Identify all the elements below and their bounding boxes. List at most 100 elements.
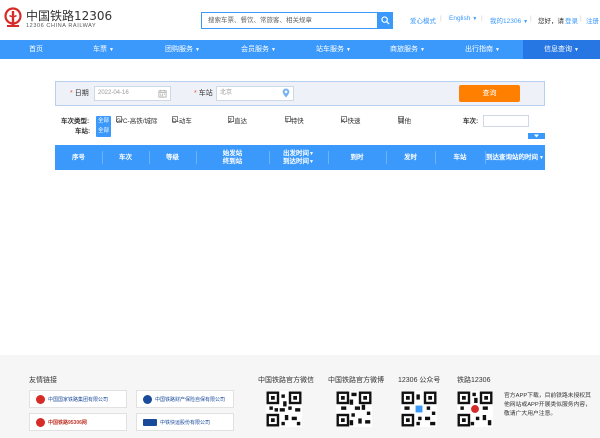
date-label: * 日期 <box>70 88 89 98</box>
header-text: 始发站 <box>222 149 243 157</box>
my-account-menu[interactable]: 我的12306 ▼ <box>490 15 528 25</box>
site-footer: 友情链接 中国国家铁路集团有限公司 中国铁路财产保险自保有限公司 中国铁路953… <box>0 355 600 438</box>
nav-item-business-travel[interactable]: 商旅服务 ▼ <box>390 40 425 59</box>
nav-item-group-service[interactable]: 团购服务 ▼ <box>165 40 200 59</box>
partner-name: 中国国家铁路集团有限公司 <box>48 396 109 403</box>
divider: | <box>530 15 532 22</box>
nav-item-station-service[interactable]: 站车服务 ▼ <box>316 40 351 59</box>
chevron-down-icon: ▼ <box>472 16 478 22</box>
caret-down-icon: ▼ <box>539 154 544 161</box>
partner-link[interactable]: 中铁快运股份有限公司 <box>136 413 234 431</box>
chevron-down-icon: ▼ <box>574 47 579 53</box>
required-mark: * <box>70 90 73 97</box>
partner-name: 中国铁路95306网 <box>48 419 87 426</box>
register-link[interactable]: 注册 <box>586 15 599 25</box>
station-input[interactable]: 北京 <box>216 86 294 101</box>
column-arrive-time[interactable]: 到达查询站的时间 ▼ <box>485 145 545 170</box>
nav-label: 团购服务 <box>165 46 193 53</box>
search-icon <box>380 16 390 25</box>
expand-filters-button[interactable] <box>528 133 545 139</box>
station-label: * 车站 <box>194 88 213 98</box>
site-logo[interactable]: 中国铁路12306 12306 CHINA RAILWAY <box>3 6 113 34</box>
header-text: 终到站 <box>222 157 243 165</box>
results-table-header: 序号 车次 等级 始发站 终到站 出发时间▼ 到达时间▼ 到时 发时 车站 到达查询… <box>55 145 545 170</box>
partner-link[interactable]: 中国铁路财产保险自保有限公司 <box>136 390 234 408</box>
column-start-end: 始发站 终到站 <box>196 145 269 170</box>
query-button[interactable]: 查询 <box>459 85 520 102</box>
search-button[interactable] <box>377 12 393 29</box>
nav-label: 车票 <box>93 46 107 53</box>
sort-dep-time[interactable]: 出发时间▼ <box>283 150 314 158</box>
divider: | <box>481 15 483 22</box>
express-logo-icon <box>143 418 157 426</box>
header-text: 发时 <box>404 153 417 161</box>
qr-code-icon <box>401 391 437 427</box>
partner-link[interactable]: 中国国家铁路集团有限公司 <box>29 390 127 408</box>
column-seq: 序号 <box>55 145 102 170</box>
railway-logo-icon <box>36 394 45 404</box>
station-value: 北京 <box>220 90 233 96</box>
query-panel: * 日期 2022-04-16 * 车站 北京 查询 <box>55 81 545 106</box>
partner-name: 中国铁路财产保险自保有限公司 <box>155 396 226 403</box>
sort-arr-time[interactable]: 到达时间▼ <box>283 158 314 166</box>
header-text: 车站 <box>453 153 467 161</box>
railway-logo-icon <box>36 417 45 427</box>
column-dep-arr-time[interactable]: 出发时间▼ 到达时间▼ <box>269 145 328 170</box>
qr-title: 中国铁路官方微博 <box>328 377 384 384</box>
header-text: 车次 <box>119 153 132 161</box>
header-text: 等级 <box>166 153 179 161</box>
nav-item-member-service[interactable]: 会员服务 ▼ <box>241 40 276 59</box>
divider: | <box>440 15 442 22</box>
chevron-down-icon: ▼ <box>271 47 276 53</box>
calendar-icon <box>158 89 167 98</box>
partner-name: 中铁快运股份有限公司 <box>160 419 211 426</box>
column-arrive: 到时 <box>328 145 386 170</box>
nav-label: 信息查询 <box>544 46 573 53</box>
chevron-down-icon: ▼ <box>420 47 425 53</box>
date-label-text: 日期 <box>74 90 89 97</box>
station-all-tag[interactable]: 全部 <box>96 126 112 137</box>
nav-item-travel-guide[interactable]: 出行指南 ▼ <box>465 40 500 59</box>
qr-code-icon <box>457 391 493 427</box>
chevron-down-icon: ▼ <box>109 47 114 53</box>
nav-label: 站车服务 <box>316 46 344 53</box>
site-search <box>201 12 393 29</box>
logo-subtitle: 12306 CHINA RAILWAY <box>26 23 97 29</box>
app-notice: 官方APP下载，目前铁路未授权其他网站或APP开展类似服务内容，敬请广大用户注意… <box>504 393 591 417</box>
qr-title: 铁路12306 <box>457 377 491 384</box>
friendly-links-title: 友情链接 <box>29 377 57 384</box>
chevron-down-icon <box>534 134 539 138</box>
qr-code-icon <box>336 391 372 427</box>
nav-item-tickets[interactable]: 车票 ▼ <box>93 40 114 59</box>
header-text: 到达时间 <box>283 157 310 165</box>
nav-label: 会员服务 <box>241 46 269 53</box>
logo-title: 中国铁路12306 <box>26 9 113 23</box>
nav-label: 商旅服务 <box>390 46 418 53</box>
nav-label: 首页 <box>29 46 43 53</box>
insurance-logo-icon <box>143 394 152 404</box>
column-depart: 发时 <box>386 145 435 170</box>
caret-down-icon: ▼ <box>309 158 314 165</box>
date-input[interactable]: 2022-04-16 <box>94 86 171 101</box>
column-grade: 等级 <box>149 145 196 170</box>
required-mark: * <box>194 90 197 97</box>
language-switch[interactable]: English ▼ <box>449 15 477 22</box>
my-account-label: 我的12306 <box>490 18 522 25</box>
nav-item-info-query[interactable]: 信息查询 ▼ <box>523 40 600 59</box>
header-text: 到时 <box>350 153 364 161</box>
chevron-down-icon: ▼ <box>195 47 200 53</box>
login-link[interactable]: 登录 <box>565 15 578 25</box>
search-input[interactable] <box>202 13 377 28</box>
site-header: 中国铁路12306 12306 CHINA RAILWAY 爱心模式 | Eng… <box>0 0 600 40</box>
qr-code-icon <box>266 391 302 427</box>
railway-logo-icon <box>4 7 22 27</box>
column-train: 车次 <box>102 145 149 170</box>
header-text: 序号 <box>72 153 85 161</box>
care-mode-link[interactable]: 爱心模式 <box>410 15 436 25</box>
station-filter: 车站: 全部 <box>55 126 545 138</box>
partner-link[interactable]: 中国铁路95306网 <box>29 413 127 431</box>
nav-label: 出行指南 <box>465 46 493 53</box>
caret-down-icon: ▼ <box>309 150 314 157</box>
station-label-text: 车站 <box>198 90 213 97</box>
nav-item-home[interactable]: 首页 <box>29 40 43 59</box>
